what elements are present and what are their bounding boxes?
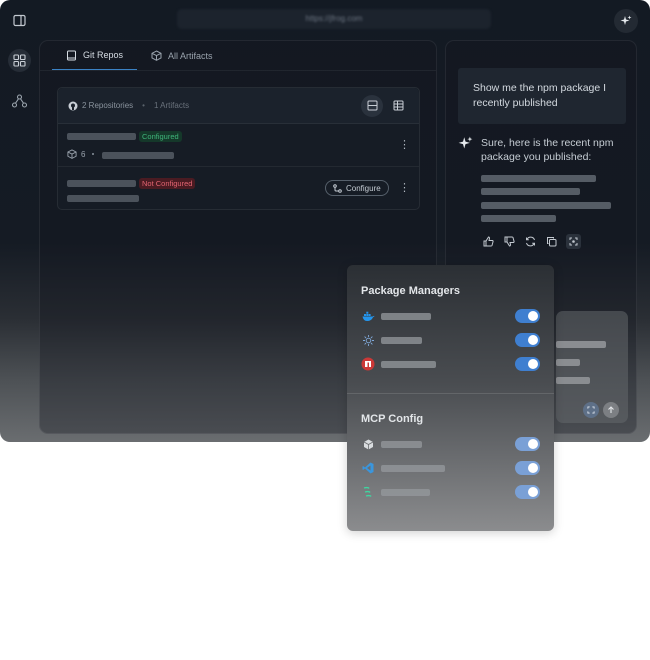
grid-view-icon[interactable] <box>387 95 409 117</box>
regenerate-icon[interactable] <box>524 235 537 248</box>
cursor-icon <box>361 437 375 451</box>
more-options-icon[interactable]: ⋮ <box>399 139 410 151</box>
repo-meta-placeholder <box>67 195 139 202</box>
npm-toggle[interactable] <box>515 357 540 371</box>
status-badge-configured: Configured <box>139 131 182 142</box>
sidebar-toggle-icon[interactable] <box>10 11 28 29</box>
docker-icon <box>361 309 375 323</box>
helm-icon <box>361 333 375 347</box>
configure-button[interactable]: Configure <box>325 180 389 196</box>
artifact-count-value: 6 <box>81 149 86 159</box>
url-bar[interactable]: https://jfrog.com <box>177 9 491 29</box>
assistant-sparkle-icon <box>458 136 474 152</box>
nav-graph-nodes-icon[interactable] <box>10 92 28 110</box>
mcp-client-row-windsurf <box>361 485 540 499</box>
vscode-icon <box>361 461 375 475</box>
repo-row-configured[interactable]: Configured 6 ⋮ <box>58 124 419 167</box>
vscode-toggle[interactable] <box>515 461 540 475</box>
thumbs-down-icon[interactable] <box>503 235 516 248</box>
expand-icon[interactable] <box>566 234 581 249</box>
input-placeholder-line <box>556 341 606 348</box>
response-placeholder-line <box>481 215 556 222</box>
connect-icon <box>333 183 342 193</box>
package-manager-row-docker <box>361 309 540 323</box>
tab-label: Git Repos <box>83 50 124 60</box>
cursor-toggle[interactable] <box>515 437 540 451</box>
popover-divider <box>347 393 554 394</box>
npm-icon <box>361 357 375 371</box>
tab-git-repos[interactable]: Git Repos <box>52 41 138 70</box>
separator-dot: • <box>142 101 145 110</box>
context-icon[interactable] <box>583 402 599 418</box>
mcp-client-name-placeholder <box>381 441 422 448</box>
artifact-count: 6 <box>67 149 95 159</box>
mcp-config-title: MCP Config <box>361 413 424 425</box>
assistant-message: Sure, here is the recent npm package you… <box>481 137 614 163</box>
docker-toggle[interactable] <box>515 309 540 323</box>
list-view-icon[interactable] <box>361 94 383 117</box>
repo-name-placeholder <box>67 180 136 187</box>
helm-toggle[interactable] <box>515 333 540 347</box>
input-placeholder-line <box>556 359 580 366</box>
message-actions <box>482 234 581 249</box>
status-badge-not-configured: Not Configured <box>139 178 196 189</box>
response-placeholder-line <box>481 175 596 182</box>
copy-icon[interactable] <box>545 235 558 248</box>
tab-bar: Git Repos All Artifacts <box>52 41 227 70</box>
package-manager-name-placeholder <box>381 337 422 344</box>
chat-input-area[interactable] <box>556 311 628 423</box>
artifacts-count: 1 Artifacts <box>153 101 190 110</box>
nav-dashboard-icon[interactable] <box>8 49 31 72</box>
repositories-count: 2 Repositories <box>82 101 134 110</box>
separator-dot <box>92 153 95 155</box>
repo-list-header: 2 Repositories • 1 Artifacts <box>58 88 419 124</box>
windsurf-toggle[interactable] <box>515 485 540 499</box>
package-manager-row-npm <box>361 357 540 371</box>
assistant-sparkle-icon[interactable] <box>614 9 638 33</box>
repo-row-not-configured[interactable]: Not Configured Configure ⋮ <box>58 167 419 211</box>
integrations-popover: Package Managers MCP Config <box>347 265 554 531</box>
package-manager-name-placeholder <box>381 313 431 320</box>
user-message: Show me the npm package I recently publi… <box>458 68 626 124</box>
package-managers-title: Package Managers <box>361 285 461 297</box>
configure-label: Configure <box>346 183 381 193</box>
windsurf-icon <box>361 485 375 499</box>
package-icon <box>67 149 77 159</box>
tab-all-artifacts[interactable]: All Artifacts <box>137 41 227 70</box>
view-toggle-group <box>361 94 409 117</box>
tab-label: All Artifacts <box>168 50 213 61</box>
book-icon <box>67 50 76 60</box>
tabs-divider <box>40 70 436 71</box>
mcp-client-name-placeholder <box>381 489 430 496</box>
repo-list-card: 2 Repositories • 1 Artifacts Configured <box>57 87 420 210</box>
more-options-icon[interactable]: ⋮ <box>399 182 410 194</box>
package-icon <box>151 50 162 61</box>
thumbs-up-icon[interactable] <box>482 235 495 248</box>
response-placeholder-line <box>481 202 611 209</box>
mcp-client-row-vscode <box>361 461 540 475</box>
mcp-client-row-cursor <box>361 437 540 451</box>
github-icon <box>68 101 78 110</box>
send-arrow-icon[interactable] <box>603 402 619 418</box>
response-placeholder-line <box>481 188 580 195</box>
package-manager-row-helm <box>361 333 540 347</box>
mcp-client-name-placeholder <box>381 465 445 472</box>
repo-meta-placeholder <box>102 152 174 159</box>
package-manager-name-placeholder <box>381 361 436 368</box>
input-placeholder-line <box>556 377 590 384</box>
repo-name-placeholder <box>67 133 136 140</box>
